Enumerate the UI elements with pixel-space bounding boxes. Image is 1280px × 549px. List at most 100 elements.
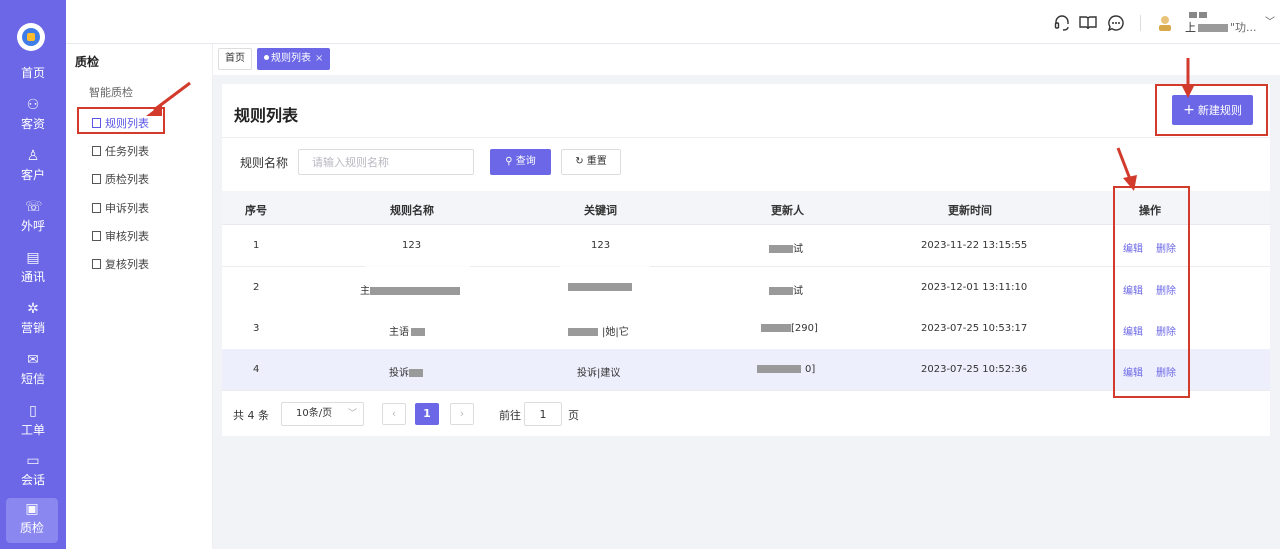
rail-item-sms[interactable]: ✉ 短信 — [0, 352, 66, 402]
topbar-divider — [1140, 15, 1141, 31]
redacted-mark — [1198, 24, 1228, 32]
prev-page-button[interactable]: ‹ — [382, 403, 406, 425]
cell-time: 2023-12-01 13:11:10 — [921, 282, 1028, 293]
redacted-mark — [568, 283, 632, 291]
quality-icon: ▣ — [25, 501, 39, 517]
cell-keyword-text: |她|它 — [602, 327, 629, 338]
rail-item-leads[interactable]: ⚇ 客资 — [0, 97, 66, 147]
document-icon — [92, 259, 101, 269]
rail-item-quality[interactable]: ▣ 质检 — [6, 498, 58, 543]
app-logo — [17, 23, 45, 51]
document-icon — [92, 146, 101, 156]
page-unit-label: 页 — [568, 409, 579, 422]
rail-item-workorder[interactable]: ▯ 工单 — [0, 403, 66, 453]
rule-name-input[interactable] — [298, 149, 474, 175]
subnav-title: 质检 — [75, 55, 100, 69]
subnav-item-appeals[interactable]: 申诉列表 — [92, 200, 149, 216]
subnav-item-recheck[interactable]: 复核列表 — [92, 256, 149, 272]
pagination-total: 共 4 条 — [233, 409, 269, 422]
rail-item-label: 会话 — [20, 473, 45, 487]
rail-item-label: 外呼 — [20, 219, 45, 233]
next-page-button[interactable]: › — [450, 403, 474, 425]
rail-item-marketing[interactable]: ✲ 营销 — [0, 301, 66, 351]
avatar-icon[interactable] — [1157, 14, 1173, 32]
subnav-item-review[interactable]: 审核列表 — [92, 228, 149, 244]
redacted-mark — [409, 369, 423, 377]
document-icon — [92, 203, 101, 213]
cell-no: 4 — [253, 364, 260, 375]
col-header-keyword: 关键词 — [584, 204, 617, 217]
redacted-mark — [761, 324, 791, 332]
query-label: 查询 — [515, 156, 536, 167]
redacted-mark — [1189, 12, 1197, 18]
page-1-button[interactable]: 1 — [415, 403, 439, 425]
close-icon[interactable]: × — [315, 53, 323, 64]
subnav-item-tasks[interactable]: 任务列表 — [92, 143, 149, 159]
rail-item-customer[interactable]: ♙ 客户 — [0, 148, 66, 198]
chevron-down-icon: ﹀ — [347, 409, 357, 419]
rail-item-label: 质检 — [19, 521, 44, 535]
app-window: 首页 ⚇ 客资 ♙ 客户 ☏ 外呼 ▤ 通讯 ✲ 营销 ✉ 短信 ▯ 工单 ▭ … — [0, 0, 1280, 549]
rule-name-label: 规则名称 — [240, 156, 289, 170]
col-header-name: 规则名称 — [390, 204, 434, 217]
goto-page-input[interactable] — [524, 402, 562, 426]
card-divider — [222, 137, 1270, 138]
cell-updater-text: 试 — [793, 244, 803, 255]
rail-item-contacts[interactable]: ▤ 通讯 — [0, 250, 66, 300]
user-name: 上 — [1185, 21, 1196, 34]
tab-home[interactable]: 首页 — [218, 48, 252, 70]
rail-item-label: 营销 — [20, 321, 45, 335]
cell-updater-text: [290] — [791, 323, 818, 334]
subnav-item-label: 复核列表 — [105, 258, 149, 271]
redacted-mark — [370, 287, 460, 295]
annotation-box — [77, 107, 165, 134]
goto-label: 前往 — [499, 409, 521, 422]
rail-item-chat[interactable]: ▭ 会话 — [0, 453, 66, 503]
redacted-mark — [769, 287, 793, 295]
cell-no: 2 — [253, 282, 260, 293]
col-header-updater: 更新人 — [771, 204, 804, 217]
cell-name-text: 主 — [360, 286, 370, 297]
subnav-group-label: 智能质检 — [89, 86, 133, 99]
rail-item-label: 工单 — [20, 423, 45, 437]
reset-label: 重置 — [586, 156, 607, 167]
cell-time: 2023-11-22 13:15:55 — [921, 240, 1028, 251]
rail-item-label: 短信 — [20, 372, 45, 386]
col-header-no: 序号 — [245, 204, 267, 217]
rail-item-label: 通讯 — [20, 270, 45, 284]
cell-updater: 试 — [769, 282, 803, 297]
customer-icon: ♙ — [26, 148, 40, 164]
page-size-select[interactable]: 10条/页 ﹀ — [281, 402, 364, 426]
redacted-mark — [411, 328, 425, 336]
page-title: 规则列表 — [234, 106, 299, 125]
query-button[interactable]: ⚲ 查询 — [490, 149, 551, 175]
cell-keyword: |她|它 — [568, 323, 629, 338]
redaction-patch — [560, 250, 650, 280]
cell-name-text: 主语 — [389, 327, 409, 338]
search-icon: ⚲ — [505, 156, 516, 167]
user-menu[interactable]: 上 "功... ﹀ — [1185, 12, 1275, 35]
headset-icon[interactable] — [1053, 14, 1071, 32]
redacted-mark — [1199, 12, 1207, 18]
users-icon: ⚇ — [26, 97, 40, 113]
redaction-patch — [365, 250, 470, 280]
chevron-down-icon: ﹀ — [1265, 17, 1275, 28]
tab-rules[interactable]: 规则列表 × — [257, 48, 331, 70]
message-icon[interactable] — [1107, 14, 1125, 32]
subnav-item-qc[interactable]: 质检列表 — [92, 171, 149, 187]
cell-time: 2023-07-25 10:53:17 — [921, 323, 1028, 334]
book-icon[interactable] — [1078, 14, 1097, 32]
clipboard-icon: ▯ — [29, 403, 37, 419]
phone-out-icon: ☏ — [25, 199, 43, 215]
chat-icon: ▭ — [26, 453, 40, 469]
cell-keyword: 投诉|建议 — [577, 368, 621, 379]
refresh-icon: ↻ — [575, 156, 587, 167]
rail-item-label: 客户 — [20, 168, 45, 182]
cell-time: 2023-07-25 10:52:36 — [921, 364, 1028, 375]
cell-updater-text: 试 — [793, 286, 803, 297]
document-icon — [92, 174, 101, 184]
tab-bar — [213, 44, 1280, 75]
subnav-item-label: 质检列表 — [105, 173, 149, 186]
reset-button[interactable]: ↻ 重置 — [561, 149, 621, 175]
rail-item-outbound[interactable]: ☏ 外呼 — [0, 199, 66, 249]
